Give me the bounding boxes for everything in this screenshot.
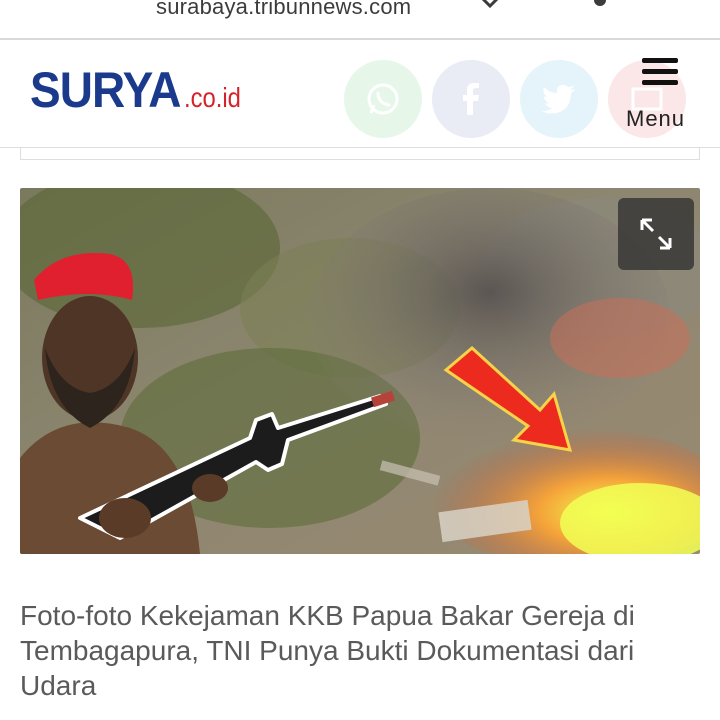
site-logo[interactable]: SURYA .co.id <box>30 60 251 120</box>
star-icon[interactable] <box>476 0 504 8</box>
logo-domain-text: .co.id <box>183 82 241 113</box>
article-hero-image[interactable] <box>20 188 700 554</box>
share-twitter-button[interactable] <box>520 60 598 138</box>
share-whatsapp-button[interactable] <box>344 60 422 138</box>
logo-main-text: SURYA <box>30 62 181 118</box>
hamburger-icon <box>642 58 678 86</box>
site-header: SURYA .co.id Menu <box>0 42 720 148</box>
share-facebook-button[interactable] <box>432 60 510 138</box>
article-headline[interactable]: Foto-foto Kekejaman KKB Papua Bakar Gere… <box>20 598 700 703</box>
whatsapp-icon <box>367 83 399 115</box>
expand-image-button[interactable] <box>618 198 694 270</box>
menu-label: Menu <box>626 106 686 131</box>
more-options-icon[interactable] <box>594 0 606 6</box>
hero-photo <box>20 188 700 554</box>
url-text[interactable]: surabaya.tribunnews.com <box>156 0 411 20</box>
header-subbar <box>20 148 700 160</box>
expand-icon <box>640 218 672 250</box>
menu-button[interactable]: Menu <box>622 54 698 134</box>
facebook-icon <box>463 83 479 115</box>
browser-url-bar[interactable]: surabaya.tribunnews.com <box>0 0 720 40</box>
twitter-icon <box>542 84 575 114</box>
